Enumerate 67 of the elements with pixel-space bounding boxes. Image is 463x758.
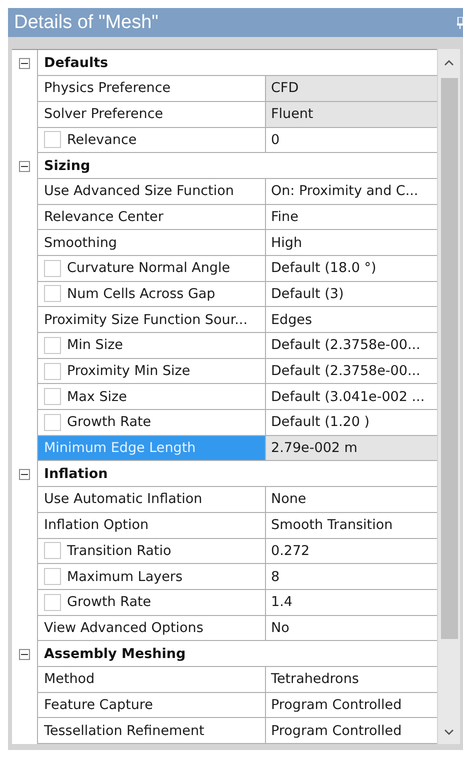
property-name[interactable]: Relevance Center [37, 204, 266, 230]
property-value[interactable]: 2.79e-002 m [266, 436, 437, 462]
property-label: Min Size [67, 337, 123, 354]
property-label: Proximity Min Size [67, 363, 190, 380]
property-label: Maximum Layers [67, 568, 182, 585]
collapse-toggle[interactable] [19, 468, 30, 480]
property-name[interactable]: Smoothing [37, 230, 266, 256]
property-name[interactable]: Physics Preference [37, 76, 266, 102]
pin-icon[interactable] [457, 16, 463, 29]
property-value[interactable]: CFD [266, 76, 437, 102]
property-value[interactable]: No [266, 616, 437, 642]
property-value[interactable]: High [266, 230, 437, 256]
property-value[interactable]: Smooth Transition [266, 512, 437, 538]
property-label: Transition Ratio [67, 542, 172, 559]
checkbox[interactable] [44, 388, 61, 406]
property-label: Max Size [67, 388, 127, 405]
property-value[interactable]: Program Controlled [266, 692, 437, 718]
property-label: Growth Rate [67, 594, 152, 610]
checkbox[interactable] [44, 594, 61, 611]
property-name[interactable]: Solver Preference [37, 102, 266, 128]
property-value[interactable]: 0 [266, 128, 437, 154]
property-name[interactable]: Inflation Option [37, 512, 266, 538]
checkbox[interactable] [44, 414, 61, 431]
checkbox[interactable] [44, 362, 61, 380]
property-value[interactable]: Fine [266, 204, 437, 230]
property-value[interactable]: Default (3.041e-002 ... [266, 384, 437, 410]
scrollbar[interactable] [438, 49, 460, 744]
property-value[interactable]: None [266, 487, 437, 513]
property-value[interactable]: Default (18.0 °) [266, 256, 437, 282]
property-value[interactable]: Default (2.3758e-00... [266, 358, 437, 384]
checkbox[interactable] [44, 131, 61, 148]
property-value[interactable]: Tetrahedrons [266, 666, 437, 693]
checkbox[interactable] [44, 568, 61, 586]
checkbox[interactable] [44, 542, 61, 560]
property-name[interactable]: View Advanced Options [37, 616, 266, 642]
property-label: Num Cells Across Gap [67, 286, 216, 302]
property-name[interactable]: Method [37, 666, 266, 693]
property-value[interactable]: Default (2.3758e-00... [266, 333, 437, 359]
scroll-down-icon[interactable] [444, 729, 454, 736]
property-value[interactable]: On: Proximity and C... [266, 178, 437, 205]
scroll-up-icon[interactable] [444, 59, 454, 66]
section-header[interactable]: Assembly Meshing [37, 641, 437, 667]
checkbox[interactable] [44, 285, 61, 302]
property-label: Curvature Normal Angle [67, 260, 230, 276]
collapse-toggle[interactable] [19, 58, 30, 69]
checkbox[interactable] [44, 260, 61, 277]
property-value[interactable]: Edges [266, 307, 437, 333]
property-value[interactable]: 0.272 [266, 538, 437, 564]
property-value[interactable]: 8 [266, 564, 437, 590]
property-name[interactable]: Use Automatic Inflation [37, 487, 266, 513]
property-value[interactable]: Fluent [266, 102, 437, 128]
section-header[interactable]: Sizing [37, 153, 437, 179]
section-header[interactable]: Inflation [37, 461, 437, 488]
collapse-toggle[interactable] [19, 160, 30, 172]
property-name[interactable]: Tessellation Refinement [37, 718, 266, 744]
checkbox[interactable] [44, 336, 61, 354]
scrollbar-thumb[interactable] [440, 78, 458, 639]
property-value[interactable]: Program Controlled [266, 718, 437, 744]
window-title: Details of "Mesh" [14, 12, 158, 34]
property-label: Relevance [67, 132, 137, 148]
property-value[interactable]: Default (3) [266, 282, 437, 308]
property-name[interactable]: Proximity Size Function Sour... [37, 307, 266, 333]
property-label: Growth Rate [67, 414, 152, 430]
property-value[interactable]: 1.4 [266, 590, 437, 616]
collapse-toggle[interactable] [19, 648, 30, 660]
property-name[interactable]: Feature Capture [37, 692, 266, 718]
property-name[interactable]: Use Advanced Size Function [37, 178, 266, 205]
